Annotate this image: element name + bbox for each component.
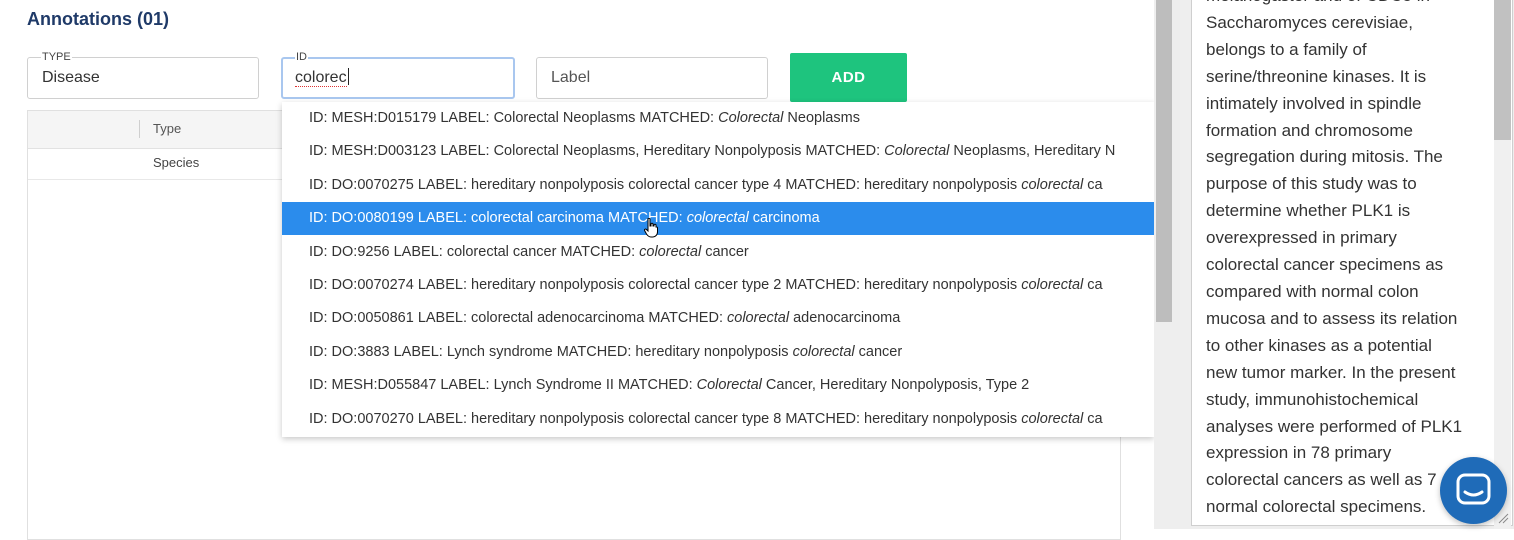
document-line: melanogaster and of CDC5 in <box>1206 0 1482 10</box>
dropdown-option[interactable]: ID: MESH:D015179 LABEL: Colorectal Neopl… <box>282 102 1154 135</box>
option-text: ID: MESH:D003123 LABEL: Colorectal Neopl… <box>309 143 885 160</box>
document-line: analyses were performed of PLK1 <box>1206 416 1463 436</box>
option-matched-term: colorectal <box>792 343 855 360</box>
document-line: compared with normal colon <box>1206 281 1419 301</box>
id-input-value-wrap: colorec <box>295 68 349 87</box>
dropdown-option[interactable]: ID: DO:0080199 LABEL: colorectal carcino… <box>282 202 1154 236</box>
document-line: overexpressed in primary <box>1206 228 1397 248</box>
text-area-scrollbar-thumb[interactable] <box>1494 0 1511 140</box>
option-text: ID: DO:9256 LABEL: colorectal cancer MAT… <box>309 243 640 260</box>
option-text-rest: Cancer, Hereditary Nonpolyposis, Type 2 <box>761 377 1030 394</box>
document-text-area[interactable]: melanogaster and of CDC5 in Saccharomyces… <box>1191 0 1513 526</box>
hand-pointer-icon <box>644 218 658 238</box>
option-text-rest: cancer <box>701 243 749 260</box>
option-text-rest: ca <box>1083 277 1103 293</box>
dropdown-option[interactable]: ID: DO:0070270 LABEL: hereditary nonpoly… <box>282 403 1154 436</box>
text-caret <box>347 68 349 85</box>
resize-handle-icon[interactable] <box>1497 512 1509 524</box>
option-text: ID: DO:0070274 LABEL: hereditary nonpoly… <box>309 277 1022 293</box>
option-text: ID: MESH:D055847 LABEL: Lynch Syndrome I… <box>309 377 697 394</box>
id-input-value: colorec <box>295 69 347 87</box>
option-text-rest: Neoplasms, Hereditary N <box>949 143 1116 160</box>
type-field-label: TYPE <box>41 51 72 64</box>
document-line: belongs to a family of <box>1206 39 1367 59</box>
dropdown-option[interactable]: ID: MESH:D003123 LABEL: Colorectal Neopl… <box>282 135 1154 168</box>
option-matched-term: colorectal <box>1021 176 1084 193</box>
type-field-value: Disease <box>42 69 100 86</box>
id-input[interactable]: ID colorec <box>281 51 515 99</box>
option-matched-term: colorectal <box>727 310 790 327</box>
panel-scrollbar[interactable] <box>1156 0 1172 322</box>
option-matched-term: colorectal <box>639 243 702 260</box>
document-line: to other kinases as a potential <box>1206 335 1432 355</box>
annotations-title: Annotations (01) <box>27 9 169 29</box>
option-text: ID: DO:0070275 LABEL: hereditary nonpoly… <box>309 176 1022 193</box>
label-input[interactable]: Label <box>536 57 768 99</box>
document-line: intimately involved in spindle <box>1206 93 1422 113</box>
dropdown-option[interactable]: ID: DO:3883 LABEL: Lynch syndrome MATCHE… <box>282 336 1154 369</box>
document-text: melanogaster and of CDC5 in Saccharomyces… <box>1206 0 1482 521</box>
table-cell-type: Species <box>153 155 200 170</box>
option-text-rest: ca <box>1083 176 1103 193</box>
document-line: Saccharomyces cerevisiae, <box>1206 12 1413 32</box>
id-input-label: ID <box>295 51 308 64</box>
dropdown-option[interactable]: ID: DO:0050861 LABEL: colorectal adenoca… <box>282 302 1154 335</box>
document-line: expression in 78 primary <box>1206 443 1392 463</box>
document-line: new tumor marker. In the present <box>1206 362 1456 382</box>
option-matched-term: Colorectal <box>718 110 784 126</box>
autocomplete-dropdown: ID: MESH:D015179 LABEL: Colorectal Neopl… <box>282 102 1154 437</box>
option-text: ID: MESH:D015179 LABEL: Colorectal Neopl… <box>309 110 719 126</box>
option-matched-term: Colorectal <box>884 143 950 160</box>
dropdown-option[interactable]: ID: DO:0070274 LABEL: hereditary nonpoly… <box>282 269 1154 302</box>
option-matched-term: colorectal <box>1021 277 1084 293</box>
option-text: ID: DO:0080199 LABEL: colorectal carcino… <box>309 210 687 227</box>
option-text: ID: DO:0050861 LABEL: colorectal adenoca… <box>309 310 728 327</box>
document-line: formation and chromosome <box>1206 120 1413 140</box>
document-line: study, immunohistochemical <box>1206 389 1419 409</box>
option-text-rest: adenocarcinoma <box>789 310 901 327</box>
column-separator[interactable] <box>139 120 140 138</box>
option-text-rest: cancer <box>854 343 903 360</box>
document-line: colorectal cancer specimens as <box>1206 255 1444 275</box>
option-matched-term: colorectal <box>686 210 749 227</box>
option-text-rest: ca <box>1083 410 1103 427</box>
option-matched-term: Colorectal <box>696 377 762 394</box>
document-line: mucosa and to assess its relation <box>1206 308 1458 328</box>
column-header-type[interactable]: Type <box>153 121 181 136</box>
type-field[interactable]: TYPE Disease <box>27 51 259 99</box>
add-button[interactable]: ADD <box>790 53 907 102</box>
document-line: purpose of this study was to <box>1206 174 1417 194</box>
option-matched-term: colorectal <box>1021 410 1084 427</box>
document-line: serine/threonine kinases. It is <box>1206 66 1427 86</box>
dropdown-option[interactable]: ID: DO:9256 LABEL: colorectal cancer MAT… <box>282 236 1154 269</box>
chat-button[interactable] <box>1440 457 1507 524</box>
chat-bubble-icon <box>1456 473 1491 505</box>
option-text: ID: DO:3883 LABEL: Lynch syndrome MATCHE… <box>309 343 793 360</box>
option-text: ID: DO:0070270 LABEL: hereditary nonpoly… <box>309 410 1022 427</box>
option-text-rest: carcinoma <box>748 210 820 227</box>
document-line: determine whether PLK1 is <box>1206 201 1411 221</box>
label-input-placeholder: Label <box>551 69 591 86</box>
dropdown-option[interactable]: ID: MESH:D055847 LABEL: Lynch Syndrome I… <box>282 369 1154 402</box>
option-text-rest: Neoplasms <box>783 110 860 126</box>
document-line: segregation during mitosis. The <box>1206 147 1443 167</box>
dropdown-option[interactable]: ID: DO:0070275 LABEL: hereditary nonpoly… <box>282 169 1154 202</box>
